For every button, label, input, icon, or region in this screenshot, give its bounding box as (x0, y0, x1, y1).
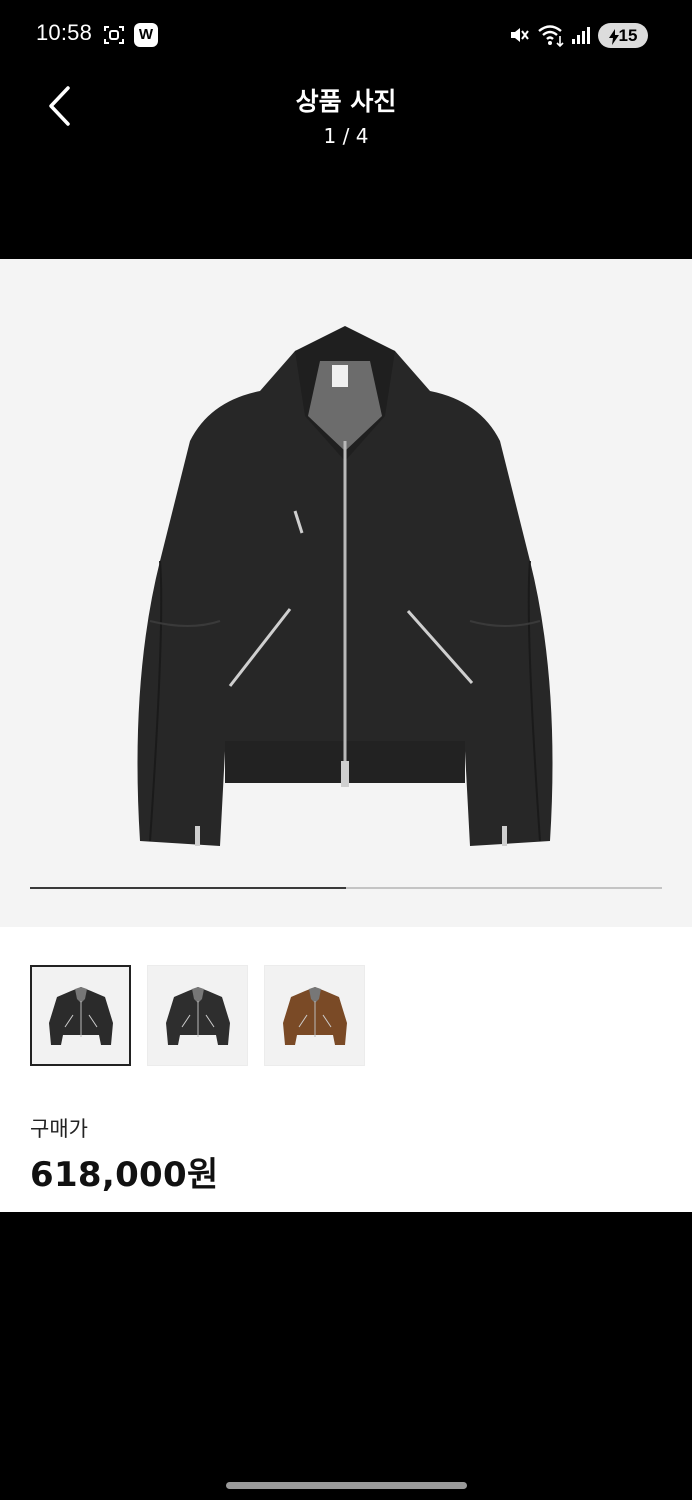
jacket-black-front-icon (165, 986, 230, 1045)
home-indicator[interactable] (226, 1482, 467, 1489)
thumbnail-1[interactable] (30, 965, 131, 1066)
image-counter: 1 / 4 (323, 124, 369, 148)
mute-icon (508, 24, 530, 46)
battery-level: 15 (618, 26, 638, 45)
jacket-brown-front-icon (282, 986, 347, 1045)
charging-bolt-icon (608, 28, 619, 45)
product-photo-jacket (137, 326, 553, 846)
thumbnail-3[interactable] (264, 965, 365, 1066)
price-value: 618,000원 (30, 1155, 219, 1195)
price-label: 구매가 (30, 1117, 88, 1141)
jacket-black-front-icon (48, 986, 113, 1045)
battery-icon: 15 (598, 23, 648, 48)
gallery-progress-track (30, 887, 662, 889)
product-image-viewer[interactable] (0, 259, 692, 927)
wifi-icon (537, 22, 567, 48)
screen-record-icon (103, 24, 125, 46)
status-time: 10:58 (36, 20, 93, 45)
signal-icon (570, 25, 592, 45)
gallery-progress-fill (30, 887, 346, 889)
product-info-panel: 구매가 618,000원 (0, 927, 692, 1212)
thumbnail-strip (30, 965, 365, 1066)
thumbnail-2[interactable] (147, 965, 248, 1066)
status-bar: 10:58 W 15 (0, 0, 692, 72)
w-app-icon: W (134, 23, 158, 47)
page-title: 상품 사진 (295, 87, 397, 116)
